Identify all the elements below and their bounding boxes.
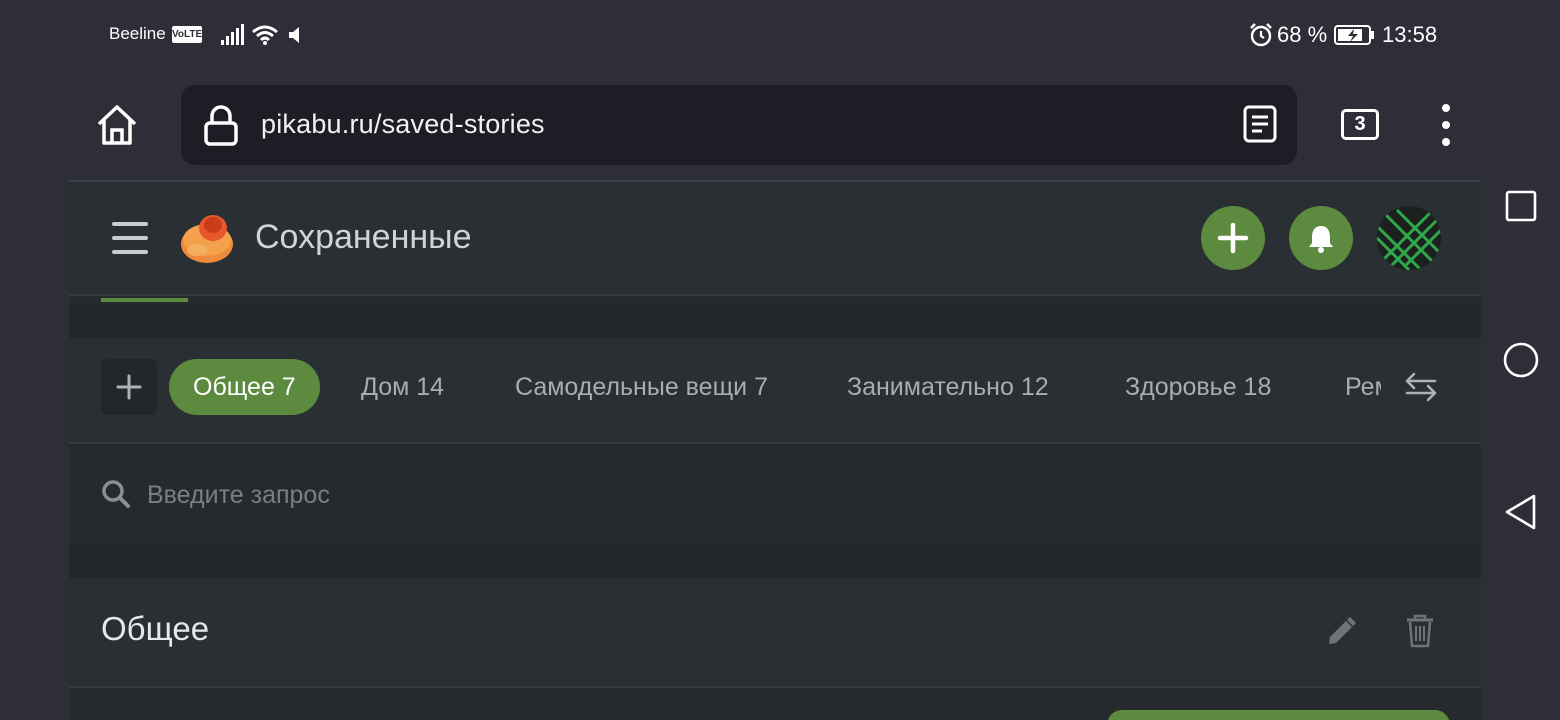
search-bar: [69, 442, 1481, 546]
swap-icon[interactable]: [1403, 369, 1439, 405]
pencil-icon[interactable]: [1325, 616, 1357, 648]
notifications-button[interactable]: [1289, 206, 1353, 270]
reader-mode-icon[interactable]: [1243, 105, 1277, 143]
tab-samodelnye-veshchi[interactable]: Самодельные вещи 7: [515, 359, 768, 415]
tab-dom[interactable]: Дом 14: [361, 359, 444, 415]
tab-switcher-button[interactable]: 3: [1341, 109, 1379, 140]
home-circle-icon[interactable]: [1503, 342, 1539, 378]
home-icon[interactable]: [94, 102, 140, 148]
carrier-name: Beeline: [109, 24, 166, 43]
web-page: Сохраненные Общее 7 Дом 14 Самодельные в…: [69, 180, 1481, 720]
url-text[interactable]: pikabu.ru/saved-stories: [261, 109, 545, 140]
tabs-scroll-area: Общее 7 Дом 14 Самодельные вещи 7 Занима…: [69, 338, 1381, 442]
pikabu-logo[interactable]: [177, 210, 237, 266]
header-active-underline: [101, 298, 188, 302]
spacer: [69, 544, 1481, 578]
battery-charging-icon: [1334, 25, 1374, 45]
site-header: Сохраненные: [69, 182, 1481, 296]
section-title: Общее: [101, 610, 210, 647]
search-input[interactable]: [145, 474, 749, 516]
add-category-button[interactable]: [101, 359, 157, 415]
hamburger-icon[interactable]: [110, 218, 150, 258]
volte-badge: VoLTE: [172, 26, 202, 43]
plus-icon: [1217, 222, 1249, 254]
wifi-icon: [252, 25, 278, 45]
tab-rem[interactable]: Рем: [1345, 359, 1381, 415]
more-vert-icon[interactable]: [1430, 102, 1462, 148]
add-post-button[interactable]: [1201, 206, 1265, 270]
clock: 13:58: [1382, 22, 1438, 47]
plus-icon: [116, 374, 142, 400]
section-header: Общее: [69, 578, 1481, 688]
spacer: [69, 304, 1481, 338]
status-bar: Beeline VoLTE 68 % 13:58: [0, 0, 1500, 70]
trash-icon[interactable]: [1405, 614, 1435, 648]
address-bar[interactable]: pikabu.ru/saved-stories: [181, 85, 1297, 165]
partial-action-button[interactable]: [1107, 710, 1450, 720]
category-tabs: Общее 7 Дом 14 Самодельные вещи 7 Занима…: [69, 338, 1481, 442]
mute-icon: [289, 27, 299, 43]
avatar[interactable]: [1377, 206, 1441, 270]
tab-obshchee[interactable]: Общее 7: [169, 359, 320, 415]
battery-percent: 68 %: [1277, 22, 1328, 47]
recents-icon[interactable]: [1505, 190, 1537, 222]
page-title: Сохраненные: [255, 218, 472, 256]
bell-icon: [1309, 226, 1333, 253]
tab-zanimatelno[interactable]: Занимательно 12: [847, 359, 1049, 415]
avatar-image: [1377, 206, 1441, 270]
lock-icon: [204, 105, 238, 146]
tab-zdorovye[interactable]: Здоровье 18: [1125, 359, 1271, 415]
signal-icon: [221, 24, 244, 45]
alarm-icon: [1250, 23, 1272, 47]
back-icon[interactable]: [1504, 494, 1538, 530]
search-icon: [102, 480, 130, 508]
